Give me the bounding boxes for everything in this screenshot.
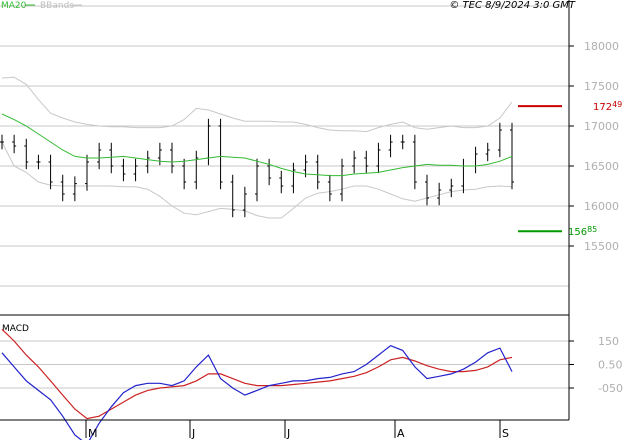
macd-tick-label: 0.50 (598, 359, 623, 372)
chart-root: 17249 15685 MA20 BBands © TEC 8/9/2024 3:… (0, 0, 627, 444)
price-tick-label: 15500 (584, 240, 619, 253)
macd-tick-label: 150 (598, 335, 619, 348)
price-tick-label: 16000 (584, 200, 619, 213)
price-tick-label: 17500 (584, 80, 619, 93)
resistance-label-main: 172 (593, 102, 612, 113)
legend-bbands: BBands (40, 1, 74, 11)
macd-axis: 150 0.50 -050 (569, 335, 623, 395)
price-tick-label: 18000 (584, 40, 619, 53)
stock-chart: 17249 15685 MA20 BBands © TEC 8/9/2024 3:… (0, 0, 623, 444)
support-label-main: 156 (568, 227, 587, 238)
price-tick-label: 16500 (584, 160, 619, 173)
macd-tick-label: -050 (598, 382, 623, 395)
date-axis: MJJAS (85, 420, 509, 440)
credit-text: © TEC 8/9/2024 3:0 GMT (449, 0, 576, 11)
legend: MA20 BBands (1, 1, 82, 11)
month-label: J (286, 427, 290, 440)
price-axis: 18000 17500 17000 16500 16000 15500 (569, 40, 619, 253)
month-label: M (88, 427, 98, 440)
macd-grid (0, 340, 569, 389)
month-label: S (502, 427, 509, 440)
support-label: 15685 (568, 225, 597, 238)
resistance-label-sup: 49 (612, 100, 622, 109)
macd-signal-line (1, 328, 513, 420)
macd-lines (1, 328, 513, 444)
macd-line (1, 345, 513, 444)
price-tick-label: 17000 (584, 120, 619, 133)
legend-ma20: MA20 (1, 1, 27, 11)
month-label: A (397, 427, 405, 440)
resistance-label: 17249 (593, 100, 622, 113)
support-label-sup: 85 (587, 225, 597, 234)
month-label: J (191, 427, 195, 440)
